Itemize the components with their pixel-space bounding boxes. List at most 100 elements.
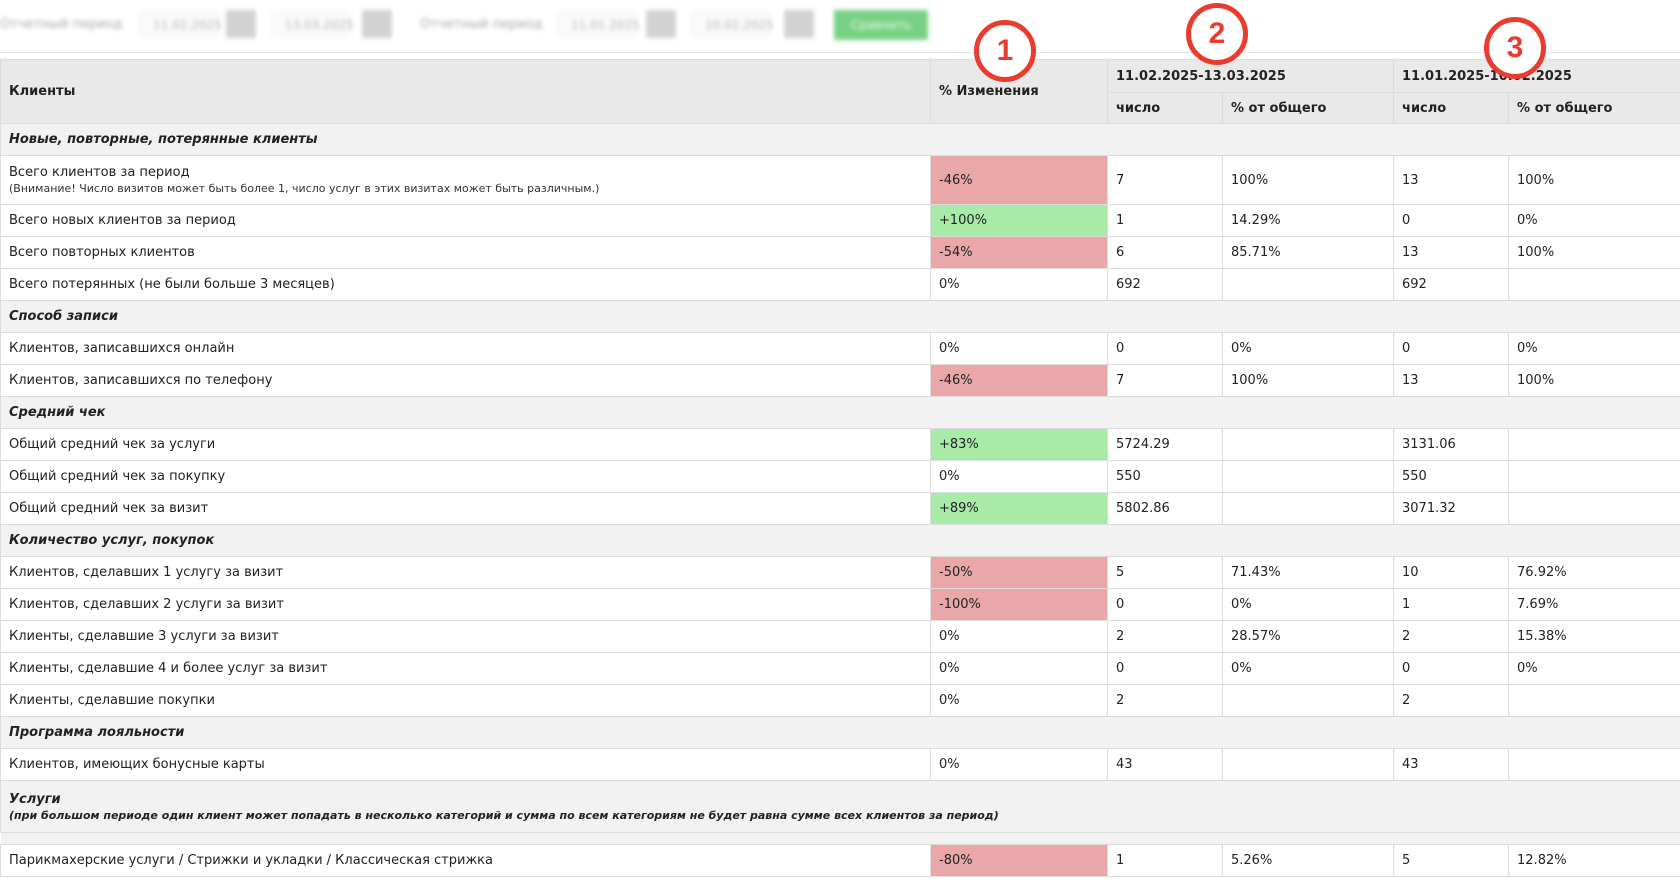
calendar-icon[interactable] [226,10,256,38]
period1-to-input[interactable]: 13.03.2025 [272,12,354,36]
change-cell: 0% [930,748,1108,781]
compare-button[interactable]: Сравнить [834,10,928,40]
p1-share-cell: 14.29% [1221,204,1395,237]
row-label: Всего повторных клиентов [0,236,931,269]
p1-count-cell: 1 [1107,204,1223,237]
row-label: Парикмахерские услуги / Стрижки и укладк… [0,844,931,877]
change-cell: 0% [930,332,1108,365]
change-cell: -46% [930,155,1108,205]
annotation-marker-1: 1 [974,20,1036,82]
p2-share-cell: 76.92% [1508,556,1680,589]
table-row: Всего новых клиентов за период +100% 1 1… [0,204,1680,237]
p2-share-cell: 0% [1508,332,1680,365]
table-row: Клиентов, записавшихся онлайн 0% 0 0% 0 … [0,332,1680,365]
p2-share-cell [1508,492,1680,525]
calendar-icon[interactable] [784,10,814,38]
table-row: Общий средний чек за услуги +83% 5724.29… [0,428,1680,461]
p2-count-cell: 0 [1393,652,1510,685]
p1-count-cell: 692 [1107,268,1223,301]
p1-count-cell: 0 [1107,332,1223,365]
p2-share-cell [1508,748,1680,781]
period2-to-input[interactable]: 10.02.2025 [692,12,774,36]
row-label: Клиентов, имеющих бонусные карты [0,748,931,781]
row-label: Клиентов, сделавших 1 услугу за визит [0,556,931,589]
section-heading: Способ записи [0,300,1680,333]
row-label: Общий средний чек за покупку [0,460,931,493]
p2-count-cell: 2 [1393,620,1510,653]
table-row: Общий средний чек за покупку 0% 550 550 [0,460,1680,493]
table-row: Парикмахерские услуги / Стрижки и укладк… [0,844,1680,877]
table-row: Клиенты, сделавшие покупки 0% 2 2 [0,684,1680,717]
p2-share-cell [1508,684,1680,717]
period1-from-input[interactable]: 11.02.2025 [140,12,222,36]
change-cell: -80% [930,844,1108,877]
change-cell: -100% [930,588,1108,621]
p2-count-cell: 2 [1393,684,1510,717]
p1-share-cell: 5.26% [1221,844,1395,877]
table-row: Всего клиентов за период (Внимание! Число… [0,155,1680,205]
p1-count-cell: 7 [1107,155,1223,205]
section-spacer [0,832,1680,845]
p2-count-cell: 0 [1393,204,1510,237]
p2-count-cell: 692 [1393,268,1510,301]
p2-share-cell: 7.69% [1508,588,1680,621]
calendar-icon[interactable] [362,10,392,38]
p1-share-cell: 0% [1221,588,1395,621]
row-label: Общий средний чек за услуги [0,428,931,461]
period2-from-input[interactable]: 11.01.2025 [558,12,640,36]
table-row: Клиентов, записавшихся по телефону -46% … [0,364,1680,397]
p1-count-cell: 1 [1107,844,1223,877]
table-row: Клиентов, сделавших 2 услуги за визит -1… [0,588,1680,621]
row-label-text: Всего клиентов за период [9,165,190,180]
section-heading: Новые, повторные, потерянные клиенты [0,123,1680,156]
p2-share-cell [1508,460,1680,493]
change-cell: 0% [930,460,1108,493]
section-note: (при большом периоде один клиент может п… [9,808,999,822]
p2-count-cell: 3071.32 [1393,492,1510,525]
header-p2-share: % от общего [1508,92,1680,124]
header-clients: Клиенты [0,59,931,124]
p1-count-cell: 2 [1107,620,1223,653]
section-heading: Количество услуг, покупок [0,524,1680,557]
header-p1-share: % от общего [1221,92,1395,124]
change-cell: +89% [930,492,1108,525]
p1-share-cell: 100% [1221,155,1395,205]
table-row: Всего повторных клиентов -54% 6 85.71% 1… [0,236,1680,269]
change-cell: 0% [930,620,1108,653]
row-label: Всего клиентов за период (Внимание! Число… [0,155,931,205]
p2-count-cell: 43 [1393,748,1510,781]
change-cell: -46% [930,364,1108,397]
calendar-icon[interactable] [646,10,676,38]
table-row: Общий средний чек за визит +89% 5802.86 … [0,492,1680,525]
p2-share-cell: 0% [1508,204,1680,237]
change-cell: 0% [930,268,1108,301]
header-p1-count: число [1107,92,1223,124]
change-cell: -54% [930,236,1108,269]
p1-share-cell: 85.71% [1221,236,1395,269]
p1-count-cell: 2 [1107,684,1223,717]
p2-share-cell: 12.82% [1508,844,1680,877]
p1-share-cell [1221,268,1395,301]
p2-count-cell: 13 [1393,364,1510,397]
p1-share-cell [1221,748,1395,781]
p1-count-cell: 0 [1107,588,1223,621]
p2-share-cell: 100% [1508,236,1680,269]
p2-count-cell: 5 [1393,844,1510,877]
p1-count-cell: 43 [1107,748,1223,781]
p1-share-cell [1221,492,1395,525]
annotation-marker-2: 2 [1186,3,1248,65]
row-label: Клиенты, сделавшие 3 услуги за визит [0,620,931,653]
period1-label: Отчетный период [0,17,123,32]
period-toolbar: Отчетный период 11.02.2025 13.03.2025 От… [0,0,1680,50]
table-row: Клиенты, сделавшие 4 и более услуг за ви… [0,652,1680,685]
p1-count-cell: 5724.29 [1107,428,1223,461]
p1-count-cell: 5 [1107,556,1223,589]
table-row: Всего потерянных (не были больше 3 месяц… [0,268,1680,301]
change-cell: -50% [930,556,1108,589]
row-label: Всего новых клиентов за период [0,204,931,237]
p1-share-cell [1221,684,1395,717]
divider [0,52,1680,53]
p2-count-cell: 10 [1393,556,1510,589]
p1-count-cell: 6 [1107,236,1223,269]
table-row: Клиентов, имеющих бонусные карты 0% 43 4… [0,748,1680,781]
